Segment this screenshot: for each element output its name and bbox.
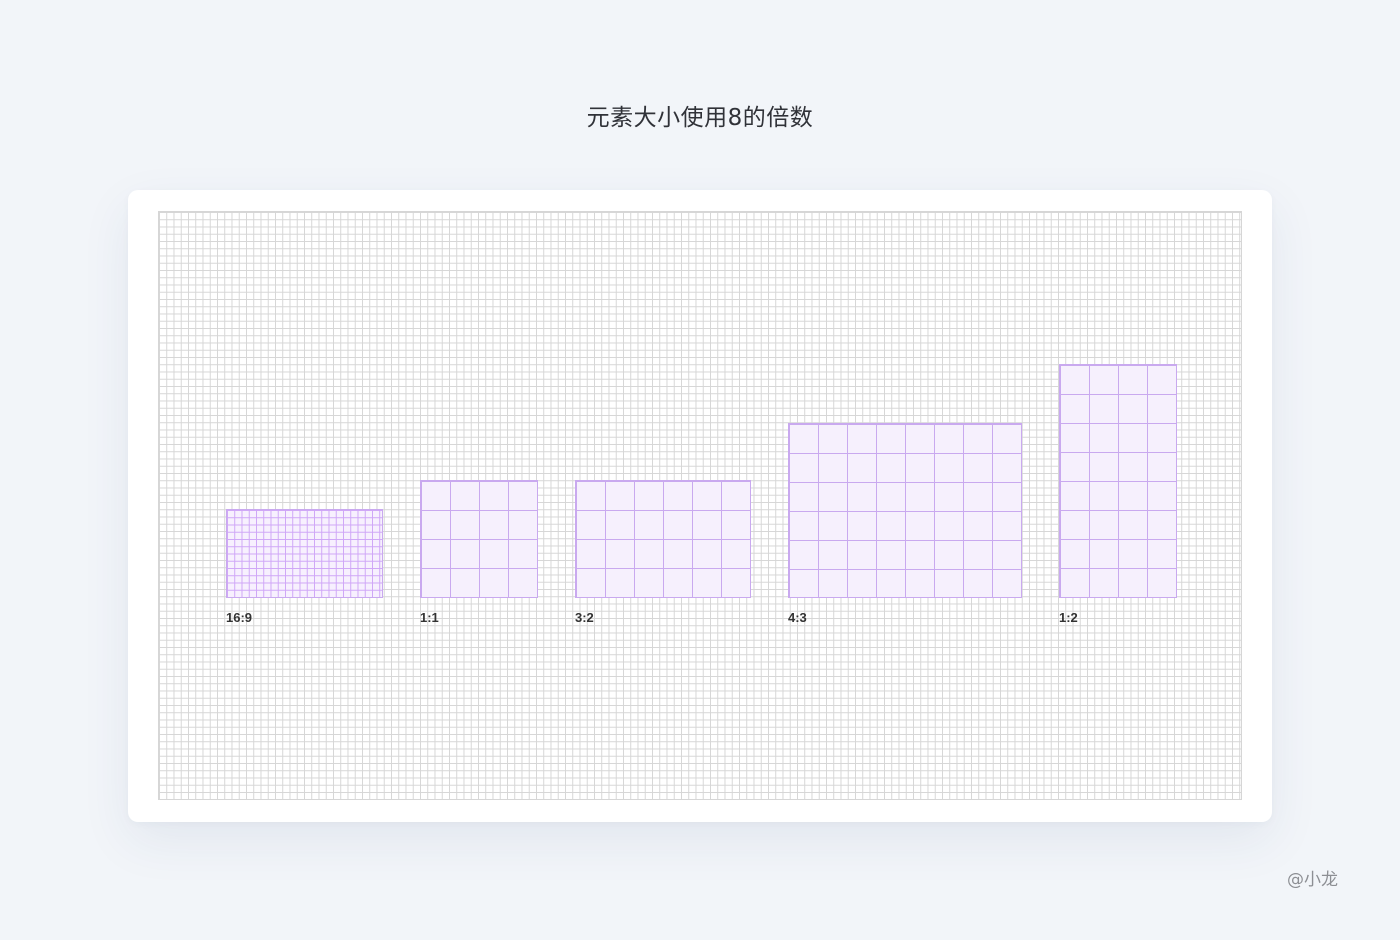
ratio-label-3-2: 3:2	[575, 610, 594, 625]
ratio-box-1-1	[420, 480, 538, 598]
author-watermark: @小龙	[1287, 870, 1338, 890]
page-title: 元素大小使用8的倍数	[586, 105, 814, 131]
ratio-box-1-2	[1059, 364, 1177, 598]
ratio-box-3-2	[575, 480, 751, 598]
ratio-label-16-9: 16:9	[226, 610, 253, 625]
diagram-card: 16:9 1:1 3:2 4:3 1:2	[128, 190, 1272, 822]
ratio-label-1-1: 1:1	[420, 610, 439, 625]
ratio-label-4-3: 4:3	[788, 610, 807, 625]
ratio-box-4-3	[788, 423, 1022, 598]
ratio-box-16-9	[226, 509, 383, 598]
grid-canvas: 16:9 1:1 3:2 4:3 1:2	[158, 211, 1242, 800]
ratio-label-1-2: 1:2	[1059, 610, 1078, 625]
